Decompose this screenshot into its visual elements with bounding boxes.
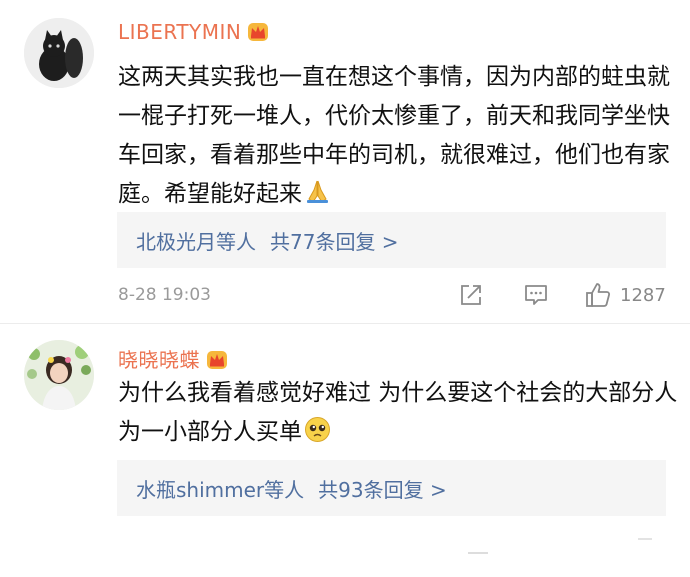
reply-names: 水瓶shimmer等人: [136, 477, 305, 502]
comment-item: 晓晓晓蝶 为什么我看着感觉好难过 为什么要这个社会的大部分人为一小部分人买单 水…: [0, 330, 690, 577]
girl-with-flowers-avatar-icon: [24, 340, 94, 410]
black-cat-avatar-icon: [24, 18, 94, 88]
comment-meta: 8-28 19:03 1287: [118, 280, 668, 310]
comment-text-content: 这两天其实我也一直在想这个事情，因为内部的蛀虫就一棍子打死一堆人，代价太惨重了，…: [118, 64, 670, 207]
avatar[interactable]: [24, 340, 94, 410]
comment-button[interactable]: [523, 280, 549, 310]
avatar[interactable]: [24, 18, 94, 88]
share-icon: [461, 285, 481, 305]
vip-crown-icon: [207, 351, 227, 369]
reply-count: 共93条回复 >: [318, 477, 447, 502]
like-button[interactable]: 1287: [584, 280, 666, 310]
folded-hands-emoji-icon: [307, 180, 328, 203]
like-count: 1287: [620, 284, 666, 306]
partial-text-fragment: [638, 538, 652, 540]
username-text: 晓晓晓蝶: [118, 348, 200, 372]
username[interactable]: LIBERTYMIN: [118, 20, 269, 44]
comment-text: 这两天其实我也一直在想这个事情，因为内部的蛀虫就一棍子打死一堆人，代价太惨重了，…: [118, 58, 678, 214]
username-text: LIBERTYMIN: [118, 20, 242, 44]
reply-names: 北极光月等人: [136, 229, 256, 254]
vip-crown-icon: [248, 23, 269, 41]
comment-text-content: 为什么我看着感觉好难过 为什么要这个社会的大部分人为一小部分人买单: [118, 380, 678, 445]
pleading-face-emoji-icon: [305, 417, 330, 442]
comment-item: LIBERTYMIN 这两天其实我也一直在想这个事情，因为内部的蛀虫就一棍子打死…: [0, 0, 690, 330]
comment-text: 为什么我看着感觉好难过 为什么要这个社会的大部分人为一小部分人买单: [118, 374, 678, 452]
reply-summary-link[interactable]: 北极光月等人 共77条回复 >: [117, 212, 666, 268]
reply-summary-link[interactable]: 水瓶shimmer等人 共93条回复 >: [117, 460, 666, 516]
reply-count: 共77条回复 >: [270, 229, 399, 254]
comment-icon: [525, 285, 547, 305]
share-button[interactable]: [458, 280, 484, 310]
thumbs-up-icon: [586, 283, 611, 307]
partial-text-fragment: [468, 552, 488, 554]
timestamp: 8-28 19:03: [118, 285, 211, 305]
divider: [0, 323, 690, 324]
username[interactable]: 晓晓晓蝶: [118, 344, 228, 373]
